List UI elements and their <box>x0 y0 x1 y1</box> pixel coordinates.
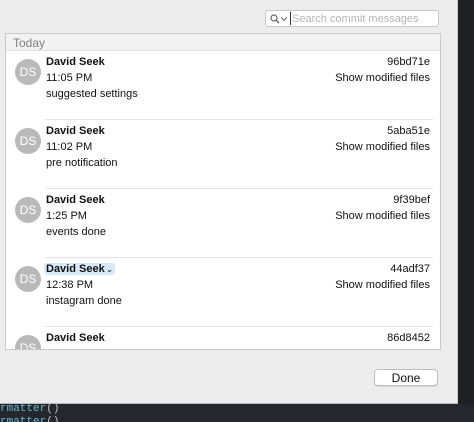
commit-time: 11:02 PM <box>46 141 93 153</box>
commit-author: David Seek <box>46 194 105 206</box>
commit-row[interactable]: DS David Seek 86d8452 <box>6 327 440 349</box>
show-modified-files-link[interactable]: Show modified files <box>335 279 430 291</box>
commit-message: instagram done <box>46 295 122 307</box>
commit-row[interactable]: DS David Seek 11:05 PM suggested setting… <box>6 51 440 120</box>
section-header-label: Today <box>13 36 46 50</box>
search-input[interactable] <box>290 12 438 25</box>
show-modified-files-link[interactable]: Show modified files <box>335 141 430 153</box>
commit-row[interactable]: DS David Seek⌄ 12:38 PM instagram done 4… <box>6 258 440 327</box>
commit-hash: 96bd71e <box>387 56 430 68</box>
avatar: DS <box>15 128 41 154</box>
commit-hash: 44adf37 <box>390 263 430 275</box>
commit-history-sheet: Today DS David Seek 11:05 PM suggested s… <box>0 0 458 404</box>
commit-author-menu[interactable]: David Seek⌄ <box>44 263 116 275</box>
commit-hash: 86d8452 <box>387 332 430 344</box>
search-icon[interactable] <box>266 13 287 24</box>
show-modified-files-link[interactable]: Show modified files <box>335 72 430 84</box>
commit-author: David Seek <box>46 56 105 68</box>
commit-message: suggested settings <box>46 88 138 100</box>
commit-message: events done <box>46 226 106 238</box>
commit-message: pre notification <box>46 157 118 169</box>
commit-hash: 5aba51e <box>387 125 430 137</box>
code-line: rmatter() <box>0 416 59 422</box>
commit-author: David Seek <box>46 332 105 344</box>
commit-time: 12:38 PM <box>46 279 94 291</box>
commit-list[interactable]: Today DS David Seek 11:05 PM suggested s… <box>5 33 441 350</box>
commit-author: David Seek <box>46 125 105 137</box>
avatar: DS <box>15 335 41 349</box>
show-modified-files-link[interactable]: Show modified files <box>335 210 430 222</box>
search-field[interactable] <box>265 10 439 27</box>
commit-hash: 9f39bef <box>393 194 430 206</box>
commit-time: 1:25 PM <box>46 210 87 222</box>
section-header: Today <box>6 34 440 51</box>
code-line: rmatter() <box>0 403 59 415</box>
code-call-parens: () <box>46 416 60 422</box>
code-function-name: rmatter <box>0 416 47 422</box>
commit-time: 11:05 PM <box>46 72 93 84</box>
commit-row[interactable]: DS David Seek 1:25 PM events done 9f39be… <box>6 189 440 258</box>
avatar: DS <box>15 59 41 85</box>
code-function-name: rmatter <box>0 403 47 415</box>
search-options-chevron-icon <box>281 16 287 21</box>
chevron-down-icon: ⌄ <box>105 264 114 274</box>
avatar: DS <box>15 266 41 292</box>
avatar: DS <box>15 197 41 223</box>
done-button[interactable]: Done <box>374 369 438 386</box>
code-call-parens: () <box>46 403 60 415</box>
commit-row[interactable]: DS David Seek 11:02 PM pre notification … <box>6 120 440 189</box>
commit-author: David Seek <box>46 263 105 275</box>
